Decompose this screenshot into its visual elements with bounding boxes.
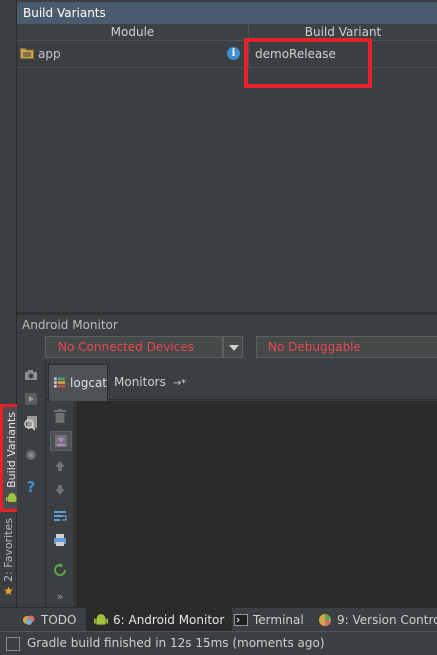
favorites-side-label: 2: Favorites [2,518,15,582]
todo-tab[interactable]: TODO [22,608,82,632]
module-folder-icon [20,48,34,59]
version-control-tab[interactable]: 9: Version Control [318,608,437,632]
favorites-side-tab[interactable]: 2: Favorites ★ [0,512,17,604]
terminal-icon [234,614,248,626]
arrow-up-icon[interactable] [50,457,70,475]
logcat-toolbar: » [46,401,75,607]
android-icon [94,614,108,625]
tab-logcat-label: logcat [70,376,107,390]
pin-arrow-icon[interactable]: →* [173,378,186,389]
android-monitor-tab-label: 6: Android Monitor [113,613,225,627]
terminal-tab-label: Terminal [253,613,304,627]
tab-logcat[interactable]: logcat [48,364,108,401]
help-icon[interactable]: ? [21,478,41,496]
monitor-toolbar: ? [17,360,46,607]
terminal-tab[interactable]: Terminal [234,608,304,632]
scroll-to-end-icon[interactable] [50,431,72,451]
annotation-highlight-box [244,38,372,88]
record-video-icon[interactable] [21,390,41,408]
info-icon[interactable]: i [227,47,240,60]
tab-monitors[interactable]: Monitors →* [114,364,186,400]
build-variants-title: Build Variants [17,2,437,24]
system-info-icon[interactable] [21,414,41,432]
tab-monitors-label: Monitors [114,375,166,389]
bottom-tool-bar: TODO 6: Android Monitor Terminal 9: Vers… [0,607,437,632]
device-select[interactable]: No Connected Devices [45,336,223,358]
android-monitor-title: Android Monitor [17,315,437,335]
chevron-down-icon[interactable] [223,336,243,358]
todo-icon [23,615,35,625]
version-control-tab-label: 9: Version Control [337,613,437,627]
trash-icon[interactable] [50,407,70,425]
more-chevron-icon[interactable]: » [50,587,70,605]
restart-icon[interactable] [50,561,70,579]
module-name: app [38,47,61,61]
arrow-down-icon[interactable] [50,481,70,499]
build-variants-column-headers: Module Build Variant [17,24,437,41]
app-select[interactable]: No Debuggable Applications [256,336,437,374]
left-tool-strip: Build Variants 2: Favorites ★ [0,0,23,607]
module-column-header[interactable]: Module [17,24,249,41]
todo-tab-label: TODO [41,613,77,627]
star-icon: ★ [3,583,14,598]
logcat-icon [53,377,66,388]
soft-wraps-icon[interactable] [50,507,70,525]
print-icon[interactable] [50,531,70,549]
status-message: Gradle build finished in 12s 15ms (momen… [27,636,325,650]
version-control-icon [319,614,331,626]
android-monitor-tab[interactable]: 6: Android Monitor [86,608,233,632]
logcat-output-area[interactable] [76,401,437,607]
status-bar: Gradle build finished in 12s 15ms (momen… [0,631,437,655]
android-icon [5,492,18,502]
status-toggle-icon[interactable] [6,637,20,651]
camera-icon[interactable] [21,366,41,384]
terminate-icon[interactable] [21,446,41,464]
table-row[interactable]: app i demoRelease [17,42,437,68]
monitor-tabs: logcat Monitors →* [46,360,437,401]
